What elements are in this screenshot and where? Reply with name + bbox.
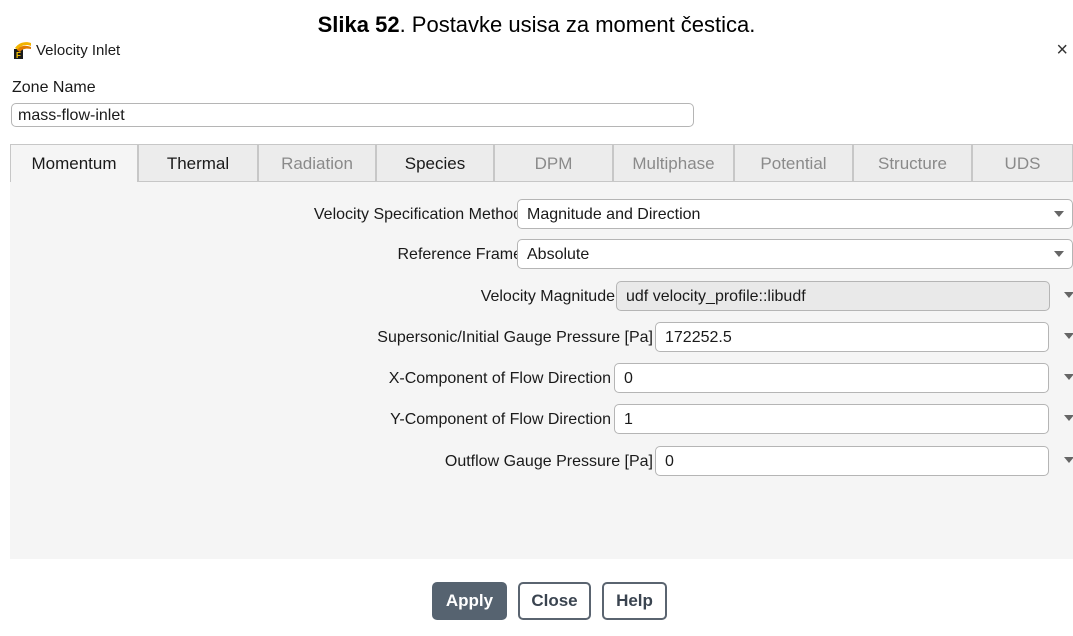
zone-name-input[interactable]: mass-flow-inlet: [11, 103, 694, 127]
reference-frame-value: Absolute: [527, 246, 590, 263]
reference-frame-row: Reference Frame Absolute: [10, 239, 1073, 271]
momentum-panel: Velocity Specification Method Magnitude …: [10, 181, 1073, 559]
apply-button[interactable]: Apply: [432, 582, 507, 620]
caption-number: Slika 52: [317, 12, 400, 37]
window-title: Velocity Inlet: [36, 42, 121, 59]
chevron-down-icon[interactable]: [1064, 457, 1073, 463]
velocity-magnitude-row: Velocity Magnitude udf velocity_profile:…: [10, 281, 1073, 313]
dialog-footer: Apply Close Help: [0, 582, 1073, 624]
chevron-down-icon[interactable]: [1064, 292, 1073, 298]
chevron-down-icon[interactable]: [1054, 251, 1064, 257]
tab-multiphase[interactable]: Multiphase: [613, 144, 734, 181]
y-component-label: Y-Component of Flow Direction: [390, 411, 611, 428]
velocity-method-value: Magnitude and Direction: [527, 206, 701, 223]
help-button[interactable]: Help: [602, 582, 667, 620]
chevron-down-icon[interactable]: [1054, 211, 1064, 217]
y-component-input[interactable]: 1: [614, 404, 1049, 434]
tab-species[interactable]: Species: [376, 144, 494, 181]
close-icon[interactable]: ×: [1056, 39, 1068, 62]
svg-text:F: F: [16, 51, 21, 59]
fluent-app-icon: F: [14, 42, 31, 59]
tab-radiation[interactable]: Radiation: [258, 144, 376, 181]
tab-bar: Momentum Thermal Radiation Species DPM M…: [10, 144, 1073, 182]
reference-frame-label: Reference Frame: [397, 246, 523, 263]
tab-momentum[interactable]: Momentum: [10, 144, 138, 182]
title-bar: F Velocity Inlet ×: [12, 39, 1072, 62]
tab-potential[interactable]: Potential: [734, 144, 853, 181]
close-button[interactable]: Close: [518, 582, 591, 620]
x-component-row: X-Component of Flow Direction 0: [10, 363, 1073, 395]
outflow-pressure-row: Outflow Gauge Pressure [Pa] 0: [10, 446, 1073, 478]
outflow-pressure-input[interactable]: 0: [655, 446, 1049, 476]
velocity-method-select[interactable]: Magnitude and Direction: [517, 199, 1073, 229]
velocity-magnitude-field[interactable]: udf velocity_profile::libudf: [616, 281, 1050, 311]
velocity-method-row: Velocity Specification Method Magnitude …: [10, 199, 1073, 231]
y-component-row: Y-Component of Flow Direction 1: [10, 404, 1073, 436]
x-component-label: X-Component of Flow Direction: [388, 370, 611, 387]
outflow-pressure-label: Outflow Gauge Pressure [Pa]: [444, 453, 653, 470]
tab-uds[interactable]: UDS: [972, 144, 1073, 181]
velocity-method-label: Velocity Specification Method: [313, 206, 522, 223]
zone-name-label: Zone Name: [12, 79, 96, 96]
tab-dpm[interactable]: DPM: [494, 144, 613, 181]
tab-structure[interactable]: Structure: [853, 144, 972, 181]
reference-frame-select[interactable]: Absolute: [517, 239, 1073, 269]
x-component-input[interactable]: 0: [614, 363, 1049, 393]
gauge-pressure-row: Supersonic/Initial Gauge Pressure [Pa] 1…: [10, 322, 1073, 354]
chevron-down-icon[interactable]: [1064, 415, 1073, 421]
figure-caption: Slika 52. Postavke usisa za moment česti…: [0, 12, 1073, 38]
chevron-down-icon[interactable]: [1064, 374, 1073, 380]
tab-thermal[interactable]: Thermal: [138, 144, 258, 181]
gauge-pressure-label: Supersonic/Initial Gauge Pressure [Pa]: [377, 329, 653, 346]
velocity-magnitude-label: Velocity Magnitude: [480, 288, 615, 305]
caption-text: . Postavke usisa za moment čestica.: [399, 12, 756, 37]
chevron-down-icon[interactable]: [1064, 333, 1073, 339]
gauge-pressure-input[interactable]: 172252.5: [655, 322, 1049, 352]
